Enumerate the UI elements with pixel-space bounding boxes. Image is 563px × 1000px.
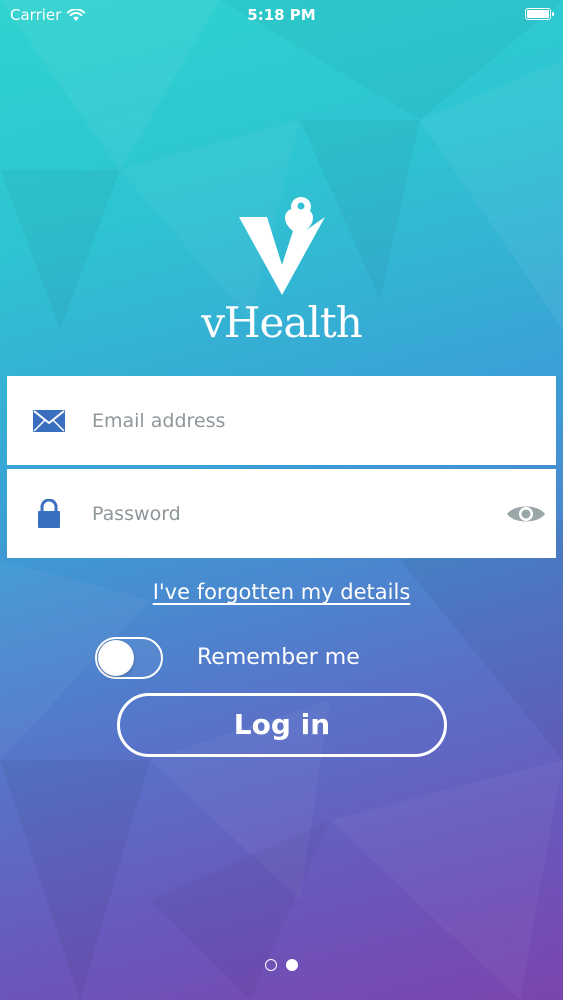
toggle-knob (98, 640, 134, 676)
page-dot-2[interactable] (286, 959, 298, 971)
email-input[interactable] (90, 389, 556, 452)
forgot-details-link[interactable]: I've forgotten my details (0, 580, 563, 604)
status-bar: Carrier 5:18 PM (0, 0, 563, 30)
login-button[interactable]: Log in (117, 693, 447, 757)
email-field[interactable] (7, 376, 556, 465)
lock-icon (7, 498, 90, 529)
v-heart-pin-logo-icon (238, 197, 325, 295)
clock: 5:18 PM (247, 6, 316, 24)
battery-icon (525, 8, 554, 20)
remember-me-toggle[interactable] (95, 637, 163, 679)
page-dot-1[interactable] (265, 959, 277, 971)
brand-name: vHealth (201, 298, 363, 347)
eye-icon[interactable] (496, 502, 556, 526)
logo (0, 195, 563, 295)
password-field[interactable] (7, 469, 556, 558)
page-indicator[interactable] (0, 959, 563, 971)
password-input[interactable] (90, 482, 496, 545)
envelope-icon (7, 409, 90, 432)
remember-me-label: Remember me (197, 645, 360, 670)
